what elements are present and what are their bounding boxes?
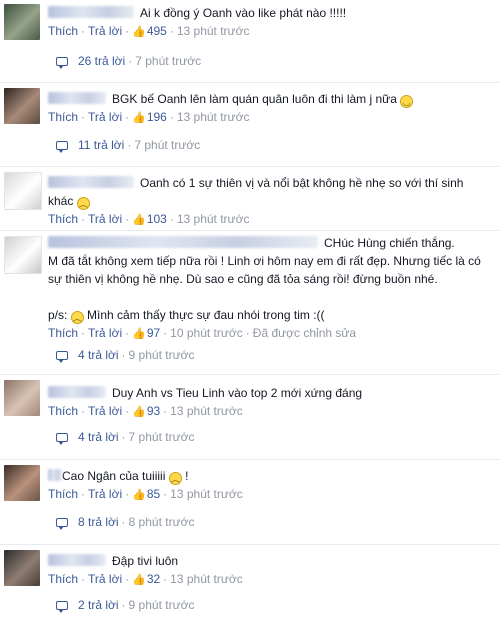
- timestamp[interactable]: 13 phút trước: [177, 110, 250, 124]
- frown-emoji-icon: ︵: [76, 197, 90, 210]
- comment-7: Đập tivi luôn Thích · Trả lời · 👍32 · 13 phút …: [0, 546, 500, 620]
- replies-link[interactable]: 26 trả lời · 7 phút trước: [56, 52, 492, 70]
- like-count[interactable]: 85: [147, 487, 160, 501]
- like-button[interactable]: Thích: [48, 572, 78, 586]
- thumbs-up-icon: 👍: [132, 328, 146, 340]
- timestamp[interactable]: 10 phút trước: [170, 326, 243, 340]
- author-name[interactable]: [48, 176, 134, 188]
- comment-text: Cao Ngân của tuiiiii: [62, 469, 166, 483]
- comment-text: Đập tivi luôn: [112, 554, 179, 568]
- replies-timestamp: 7 phút trước: [135, 54, 202, 68]
- like-count[interactable]: 103: [147, 212, 167, 226]
- replies-count[interactable]: 2 trả lời: [78, 598, 119, 612]
- replies-count[interactable]: 8 trả lời: [78, 515, 119, 529]
- reply-button[interactable]: Trả lời: [88, 572, 122, 586]
- like-button[interactable]: Thích: [48, 326, 78, 340]
- timestamp[interactable]: 13 phút trước: [170, 487, 243, 501]
- reply-button[interactable]: Trả lời: [88, 487, 122, 501]
- replies-link[interactable]: 4 trả lời · 9 phút trước: [56, 346, 492, 364]
- replies-link[interactable]: 11 trả lời · 7 phút trước: [56, 136, 492, 154]
- comment-text: Oanh có 1 sự thiên vị và nổi bật không h…: [140, 176, 464, 190]
- author-name[interactable]: [48, 469, 62, 481]
- like-button[interactable]: Thích: [48, 110, 78, 124]
- like-count[interactable]: 97: [147, 326, 160, 340]
- like-button[interactable]: Thích: [48, 212, 78, 226]
- author-name[interactable]: [48, 236, 318, 248]
- reply-bubble-icon: [56, 518, 68, 530]
- timestamp[interactable]: 13 phút trước: [177, 24, 250, 38]
- replies-timestamp: 9 phút trước: [128, 598, 195, 612]
- comment-6: Cao Ngân của tuiiiii ︵ ! Thích · Trả lời · 👍…: [0, 461, 500, 543]
- avatar[interactable]: [4, 550, 40, 586]
- replies-timestamp: 7 phút trước: [128, 430, 195, 444]
- replies-link[interactable]: 4 trả lời · 7 phút trước: [56, 428, 492, 446]
- reply-button[interactable]: Trả lời: [88, 24, 122, 38]
- avatar[interactable]: [4, 236, 42, 274]
- avatar[interactable]: [4, 172, 42, 210]
- smirk-emoji-icon: ◡: [400, 95, 414, 108]
- timestamp[interactable]: 13 phút trước: [170, 572, 243, 586]
- like-count[interactable]: 196: [147, 110, 167, 124]
- thumbs-up-icon: 👍: [132, 214, 146, 226]
- reply-button[interactable]: Trả lời: [88, 212, 122, 226]
- replies-timestamp: 8 phút trước: [128, 515, 195, 529]
- replies-count[interactable]: 4 trả lời: [78, 348, 119, 362]
- thumbs-up-icon: 👍: [132, 112, 146, 124]
- comment-3: Oanh có 1 sự thiên vị và nổi bật không h…: [0, 168, 500, 230]
- author-name[interactable]: [48, 92, 106, 104]
- edited-label[interactable]: Đã được chỉnh sửa: [253, 326, 356, 340]
- ps-text: Mình cảm thấy thực sự đau nhói trong tim…: [87, 308, 325, 322]
- frown-emoji-icon: ︵: [168, 472, 182, 485]
- replies-timestamp: 7 phút trước: [134, 138, 201, 152]
- comment-5: Duy Anh vs Tieu Linh vào top 2 mới xứng …: [0, 376, 500, 458]
- reply-bubble-icon: [56, 351, 68, 363]
- replies-count[interactable]: 4 trả lời: [78, 430, 119, 444]
- comment-text: CHúc Hùng chiến thắng.: [324, 236, 455, 250]
- like-count[interactable]: 495: [147, 24, 167, 38]
- avatar[interactable]: [4, 88, 40, 124]
- reply-button[interactable]: Trả lời: [88, 326, 122, 340]
- comment-text: Ai k đồng ý Oanh vào like phát nào !!!!!: [140, 6, 347, 20]
- comment-text-suffix: !: [185, 469, 189, 483]
- like-count[interactable]: 32: [147, 572, 160, 586]
- thumbs-up-icon: 👍: [132, 574, 146, 586]
- comment-text-cont: khác: [48, 194, 74, 208]
- reply-bubble-icon: [56, 433, 68, 445]
- ps-prefix: p/s:: [48, 308, 68, 322]
- avatar[interactable]: [4, 380, 40, 416]
- avatar[interactable]: [4, 4, 40, 40]
- like-button[interactable]: Thích: [48, 24, 78, 38]
- like-count[interactable]: 93: [147, 404, 160, 418]
- thumbs-up-icon: 👍: [132, 26, 146, 38]
- thumbs-up-icon: 👍: [132, 406, 146, 418]
- replies-count[interactable]: 11 trả lời: [78, 138, 124, 152]
- frown-emoji-icon: ︵: [70, 311, 84, 324]
- replies-timestamp: 9 phút trước: [128, 348, 195, 362]
- like-button[interactable]: Thích: [48, 487, 78, 501]
- comment-text: Duy Anh vs Tieu Linh vào top 2 mới xứng …: [112, 386, 363, 400]
- thumbs-up-icon: 👍: [132, 489, 146, 501]
- like-button[interactable]: Thích: [48, 404, 78, 418]
- timestamp[interactable]: 13 phút trước: [170, 404, 243, 418]
- author-name[interactable]: [48, 554, 106, 566]
- author-name[interactable]: [48, 6, 134, 18]
- reply-button[interactable]: Trả lời: [88, 110, 122, 124]
- comment-1: Ai k đồng ý Oanh vào like phát nào !!!!!…: [0, 0, 500, 82]
- comment-2: BGK bế Oanh lên làm quán quân luôn đi th…: [0, 84, 500, 166]
- replies-link[interactable]: 8 trả lời · 8 phút trước: [56, 513, 492, 531]
- avatar[interactable]: [4, 465, 40, 501]
- reply-bubble-icon: [56, 601, 68, 613]
- reply-bubble-icon: [56, 57, 68, 69]
- comment-text: BGK bế Oanh lên làm quán quân luôn đi th…: [112, 92, 397, 106]
- timestamp[interactable]: 13 phút trước: [177, 212, 250, 226]
- reply-bubble-icon: [56, 141, 68, 153]
- comment-4: CHúc Hùng chiến thắng. M đã tắt không xe…: [0, 232, 500, 372]
- reply-button[interactable]: Trả lời: [88, 404, 122, 418]
- comment-text-cont: M đã tắt không xem tiếp nữa rồi ! Linh ơ…: [48, 254, 481, 286]
- replies-count[interactable]: 26 trả lời: [78, 54, 125, 68]
- replies-link[interactable]: 2 trả lời · 9 phút trước: [56, 596, 492, 614]
- author-name[interactable]: [48, 386, 106, 398]
